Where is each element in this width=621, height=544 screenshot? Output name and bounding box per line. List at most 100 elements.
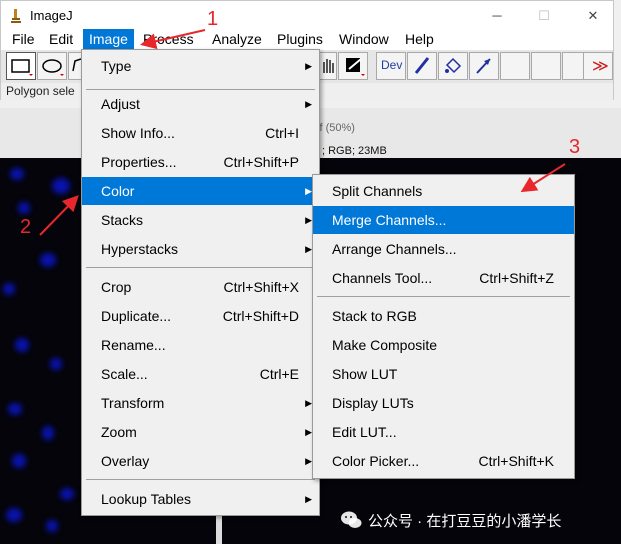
menu-item-label: Crop bbox=[101, 279, 132, 295]
nucleus bbox=[8, 403, 22, 415]
oval-tool[interactable] bbox=[37, 52, 67, 80]
menu-item-color[interactable]: Color ▶ bbox=[82, 177, 319, 205]
menu-item-label: Hyperstacks bbox=[101, 241, 179, 257]
menu-item-properties[interactable]: Properties... Ctrl+Shift+P bbox=[82, 148, 319, 176]
menu-item-split-channels[interactable]: Split Channels bbox=[313, 177, 574, 205]
menu-item-label: Edit LUT... bbox=[332, 424, 397, 440]
nucleus bbox=[60, 488, 74, 500]
menu-item-lookup-tables[interactable]: Lookup Tables ▶ bbox=[82, 485, 319, 513]
menu-item-label: Rename... bbox=[101, 337, 166, 353]
maximize-button[interactable]: ☐ bbox=[532, 4, 556, 28]
submenu-arrow-icon: ▶ bbox=[305, 61, 312, 71]
menu-item-label: Properties... bbox=[101, 154, 177, 170]
menu-item-label: Show LUT bbox=[332, 366, 398, 382]
annotation-number-2: 2 bbox=[20, 216, 32, 238]
nucleus bbox=[18, 202, 30, 214]
menu-item-adjust[interactable]: Adjust ▶ bbox=[82, 90, 319, 118]
menu-item-stack-to-rgb[interactable]: Stack to RGB bbox=[313, 302, 574, 330]
menu-item-make-composite[interactable]: Make Composite bbox=[313, 331, 574, 359]
menu-image[interactable]: Image bbox=[83, 29, 134, 50]
menu-item-edit-lut[interactable]: Edit LUT... bbox=[313, 418, 574, 446]
oval-icon bbox=[42, 59, 64, 76]
menu-item-label: Scale... bbox=[101, 366, 148, 382]
menu-item-label: Adjust bbox=[101, 96, 140, 112]
menu-item-channels-tool[interactable]: Channels Tool... Ctrl+Shift+Z bbox=[313, 264, 574, 292]
paint-bucket-icon bbox=[445, 57, 462, 74]
image-menu-dropdown: Type ▶ Adjust ▶ Show Info... Ctrl+I Propert… bbox=[81, 49, 320, 516]
close-button[interactable]: ✕ bbox=[581, 4, 605, 28]
menu-item-label: Color Picker... bbox=[332, 453, 420, 469]
menu-item-label: Transform bbox=[101, 395, 165, 411]
nucleus bbox=[46, 520, 58, 532]
brush-tool[interactable] bbox=[407, 52, 437, 80]
menu-file[interactable]: File bbox=[6, 29, 41, 50]
menu-item-label: Zoom bbox=[101, 424, 137, 440]
menu-item-duplicate[interactable]: Duplicate... Ctrl+Shift+D bbox=[82, 302, 319, 330]
menu-item-rename[interactable]: Rename... bbox=[82, 331, 319, 359]
brush-icon bbox=[414, 57, 430, 74]
nucleus bbox=[15, 338, 29, 352]
menu-item-arrange-channels[interactable]: Arrange Channels... bbox=[313, 235, 574, 263]
status-text: Polygon sele bbox=[6, 84, 75, 98]
submenu-arrow-icon: ▶ bbox=[305, 244, 312, 254]
menu-plugins[interactable]: Plugins bbox=[271, 29, 329, 50]
image-title-info: tif (50%) bbox=[314, 122, 355, 134]
developer-menu-tool[interactable]: Dev bbox=[376, 52, 406, 80]
image-info-line: ; RGB; 23MB bbox=[322, 145, 387, 157]
submenu-arrow-icon: ▶ bbox=[305, 494, 312, 504]
menu-item-label: Channels Tool... bbox=[332, 270, 433, 286]
menu-analyze[interactable]: Analyze bbox=[206, 29, 268, 50]
menu-item-label: Merge Channels... bbox=[332, 212, 447, 228]
nucleus bbox=[40, 253, 56, 267]
more-tools-button[interactable]: ≫ bbox=[583, 52, 613, 80]
menu-item-overlay[interactable]: Overlay ▶ bbox=[82, 447, 319, 475]
menu-item-shortcut: Ctrl+Shift+Z bbox=[479, 270, 554, 286]
menu-process[interactable]: Process bbox=[137, 29, 200, 50]
menu-item-label: Overlay bbox=[101, 453, 150, 469]
watermark-text: 公众号 · 在打豆豆的小潘学长 bbox=[368, 513, 562, 530]
menu-item-label: Lookup Tables bbox=[101, 491, 192, 507]
rectangle-tool[interactable] bbox=[6, 52, 36, 80]
nucleus bbox=[12, 454, 26, 468]
menu-edit[interactable]: Edit bbox=[43, 29, 79, 50]
menu-window[interactable]: Window bbox=[333, 29, 395, 50]
menu-item-label: Duplicate... bbox=[101, 308, 172, 324]
minimize-button[interactable]: ─ bbox=[485, 4, 509, 28]
hand-tool[interactable] bbox=[319, 52, 337, 80]
submenu-arrow-icon: ▶ bbox=[305, 186, 312, 196]
submenu-arrow-icon: ▶ bbox=[305, 215, 312, 225]
menu-item-label: Type bbox=[101, 58, 132, 74]
flood-fill-tool[interactable] bbox=[438, 52, 468, 80]
menu-item-show-lut[interactable]: Show LUT bbox=[313, 360, 574, 388]
menu-item-type[interactable]: Type ▶ bbox=[82, 52, 319, 80]
rectangle-icon bbox=[11, 59, 33, 76]
menu-item-shortcut: Ctrl+I bbox=[265, 125, 299, 141]
menu-item-scale[interactable]: Scale... Ctrl+E bbox=[82, 360, 319, 388]
menu-help[interactable]: Help bbox=[399, 29, 440, 50]
menu-item-crop[interactable]: Crop Ctrl+Shift+X bbox=[82, 273, 319, 301]
menu-item-label: Show Info... bbox=[101, 125, 175, 141]
menu-item-show-info[interactable]: Show Info... Ctrl+I bbox=[82, 119, 319, 147]
nucleus bbox=[3, 283, 15, 295]
menu-item-display-luts[interactable]: Display LUTs bbox=[313, 389, 574, 417]
menu-item-transform[interactable]: Transform ▶ bbox=[82, 389, 319, 417]
menu-item-color-picker[interactable]: Color Picker... Ctrl+Shift+K bbox=[313, 447, 574, 475]
empty-tool-slot-1[interactable] bbox=[500, 52, 530, 80]
wechat-icon bbox=[341, 511, 362, 528]
submenu-arrow-icon: ▶ bbox=[305, 99, 312, 109]
menu-item-shortcut: Ctrl+Shift+P bbox=[223, 154, 299, 170]
annotation-number-3: 3 bbox=[569, 136, 581, 158]
menu-item-merge-channels[interactable]: Merge Channels... bbox=[313, 206, 574, 234]
menu-item-shortcut: Ctrl+E bbox=[259, 366, 299, 382]
menu-item-hyperstacks[interactable]: Hyperstacks ▶ bbox=[82, 235, 319, 263]
polygon-tool[interactable] bbox=[68, 52, 82, 80]
nucleus bbox=[10, 168, 24, 180]
menu-item-shortcut: Ctrl+Shift+D bbox=[222, 308, 299, 324]
menu-item-zoom[interactable]: Zoom ▶ bbox=[82, 418, 319, 446]
arrow-tool[interactable] bbox=[469, 52, 499, 80]
menu-item-shortcut: Ctrl+Shift+K bbox=[478, 453, 554, 469]
empty-tool-slot-2[interactable] bbox=[531, 52, 561, 80]
menu-item-stacks[interactable]: Stacks ▶ bbox=[82, 206, 319, 234]
nucleus bbox=[6, 508, 22, 522]
dropper-tool[interactable] bbox=[338, 52, 368, 80]
